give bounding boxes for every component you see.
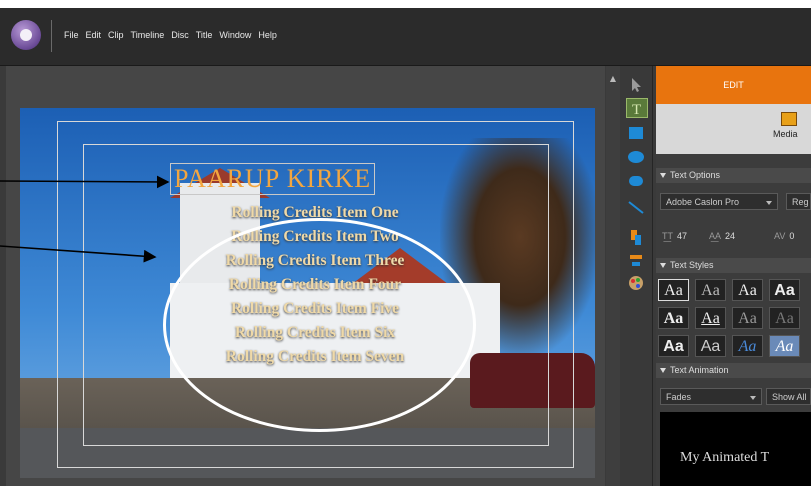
premiere-elements-window: File Edit Clip Timeline Disc Title Windo… [0,8,811,486]
preview-text: My Animated T [680,450,770,465]
style-swatch[interactable]: Aa [695,307,726,329]
text-animation-header[interactable]: Text Animation [656,363,811,378]
animation-category-dropdown[interactable]: Fades [660,388,762,405]
arrange-tool-icon[interactable] [626,228,646,246]
logo-separator [51,20,52,52]
menu-bar: File Edit Clip Timeline Disc Title Windo… [64,30,277,40]
selection-tool-icon[interactable] [626,76,646,94]
align-tool-icon[interactable] [626,252,646,270]
video-frame[interactable]: PAARUP KIRKE Rolling Credits Item One Ro… [20,108,595,478]
edit-panel: EDIT Media Text Options Adobe Caslon Pro… [656,66,811,486]
viewer-scrollbar[interactable] [606,66,620,486]
style-swatch[interactable]: Aa [732,335,763,357]
rectangle-tool-icon[interactable] [626,124,646,142]
highlight-ellipse [163,218,476,432]
menu-file[interactable]: File [64,30,79,40]
ellipse-tool-icon[interactable] [626,148,646,166]
menu-disc[interactable]: Disc [171,30,189,40]
style-swatch[interactable]: Aa [732,307,763,329]
title-text-box[interactable]: PAARUP KIRKE [170,163,376,195]
style-swatch[interactable]: Aa [658,335,689,357]
style-swatch[interactable]: Aa [769,307,800,329]
kerning-icon: AV [774,231,786,241]
edit-tab[interactable]: EDIT [656,66,811,104]
collapse-triangle-icon [660,368,666,373]
menu-help[interactable]: Help [258,30,277,40]
style-swatch[interactable]: Aa [695,279,726,301]
font-size-field[interactable]: T͟T 47 [662,231,687,241]
menu-clip[interactable]: Clip [108,30,124,40]
svg-text:T: T [632,102,641,117]
line-tool-icon[interactable] [626,198,646,216]
monitor-panel: PAARUP KIRKE Rolling Credits Item One Ro… [6,66,605,486]
app-logo-icon [11,20,41,50]
style-swatch[interactable]: Aa [732,279,763,301]
scroll-up-icon[interactable]: ▲ [608,74,618,84]
menu-title[interactable]: Title [196,30,213,40]
kerning-field[interactable]: AV 0 [774,231,794,241]
media-label[interactable]: Media [773,129,798,139]
style-swatch[interactable]: Aa [769,279,800,301]
font-size-icon: T͟T [662,231,673,241]
text-options-header[interactable]: Text Options [656,168,811,183]
style-swatch[interactable]: Aa [769,335,800,357]
font-style-dropdown[interactable]: Reg [786,193,811,210]
title-toolbox: T [620,66,653,486]
media-icon[interactable] [781,112,797,126]
rounded-rectangle-tool-icon[interactable] [626,172,646,190]
collapse-triangle-icon [660,173,666,178]
leading-icon: A͟A [709,231,722,241]
top-bar: File Edit Clip Timeline Disc Title Windo… [0,8,811,66]
font-family-dropdown[interactable]: Adobe Caslon Pro [660,193,778,210]
menu-timeline[interactable]: Timeline [131,30,165,40]
show-all-button[interactable]: Show All [766,388,811,405]
style-swatch[interactable]: Aa [658,279,689,301]
animation-preview[interactable]: My Animated T [660,412,811,486]
chevron-down-icon [766,201,772,205]
text-tool-icon[interactable]: T [626,98,648,118]
collapse-triangle-icon [660,263,666,268]
menu-window[interactable]: Window [219,30,251,40]
style-swatch[interactable]: Aa [658,307,689,329]
menu-edit[interactable]: Edit [86,30,102,40]
media-toolbar: Media [656,104,811,154]
style-swatch[interactable]: Aa [695,335,726,357]
chevron-down-icon [750,396,756,400]
color-palette-icon[interactable] [626,274,646,292]
leading-field[interactable]: A͟A 24 [709,231,735,241]
text-styles-header[interactable]: Text Styles [656,258,811,273]
